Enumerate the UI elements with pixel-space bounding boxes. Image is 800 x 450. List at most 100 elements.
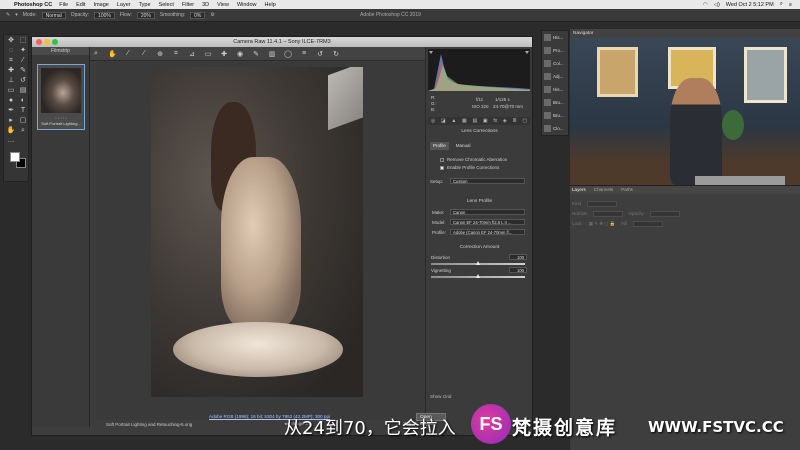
- mode-select[interactable]: Normal: [41, 11, 66, 19]
- profile-select[interactable]: Adobe (Canon EF 24-70mm f/...: [450, 229, 525, 235]
- menu-view[interactable]: View: [217, 2, 229, 8]
- menu-list-icon[interactable]: ≡: [789, 2, 792, 8]
- hand-tool-icon[interactable]: ✋: [6, 126, 16, 135]
- menu-image[interactable]: Image: [94, 2, 109, 8]
- rotate-left-icon[interactable]: ↺: [316, 50, 324, 58]
- brush-tool-icon[interactable]: ✎: [6, 12, 10, 18]
- wifi-icon[interactable]: ◠: [703, 2, 708, 8]
- brush-tool-icon-2[interactable]: ✎: [18, 66, 28, 75]
- zoom-tool-icon[interactable]: ⌕: [18, 126, 28, 135]
- remove-ca-box[interactable]: [440, 157, 444, 162]
- make-select[interactable]: Canon: [450, 209, 525, 215]
- tab-basic-icon[interactable]: ◎: [431, 118, 435, 124]
- dock-brush[interactable]: Bru...: [542, 96, 568, 109]
- tab-detail-icon[interactable]: ▲: [451, 118, 456, 124]
- shape-tool-icon[interactable]: ▢: [18, 116, 28, 125]
- menu-edit[interactable]: Edit: [76, 2, 85, 8]
- tab-paths[interactable]: Paths: [621, 186, 633, 194]
- blur-tool-icon[interactable]: ●: [6, 96, 16, 105]
- remove-ca-checkbox[interactable]: Remove Chromatic Aberration: [440, 157, 507, 162]
- rotate-right-icon[interactable]: ↻: [332, 50, 340, 58]
- crop-icon-craw[interactable]: ⌗: [172, 50, 180, 58]
- vignetting-slider[interactable]: Vignetting 100: [431, 267, 527, 280]
- move-tool-icon[interactable]: ✥: [6, 36, 16, 45]
- dock-history[interactable]: His...: [542, 31, 568, 44]
- filter-kind-select[interactable]: [587, 200, 618, 207]
- tab-split-toning-icon[interactable]: ▤: [472, 118, 477, 124]
- minimize-window-icon[interactable]: [44, 39, 50, 45]
- menu-filter[interactable]: Filter: [182, 2, 194, 8]
- dodge-tool-icon[interactable]: ◐: [18, 96, 28, 105]
- distortion-knob[interactable]: [476, 261, 480, 265]
- model-select[interactable]: Canon EF 24-70mm f/2.8 L II ...: [450, 219, 525, 225]
- filmstrip-thumbnail[interactable]: • • • • • Soft Portrait Lighting...: [37, 64, 85, 130]
- menu-help[interactable]: Help: [265, 2, 276, 8]
- hand-tool-icon-craw[interactable]: ✋: [108, 50, 117, 58]
- marquee-tool-icon[interactable]: ⬚: [18, 36, 28, 45]
- tab-profile[interactable]: Profile: [430, 142, 449, 150]
- tab-lens-corrections-icon[interactable]: ▣: [483, 118, 488, 124]
- layer-opacity-field[interactable]: [649, 210, 680, 217]
- dock-brush-settings[interactable]: Bru...: [542, 109, 568, 122]
- gradient-icon[interactable]: ▤: [18, 86, 28, 95]
- menu-file[interactable]: File: [59, 2, 68, 8]
- distortion-value[interactable]: 100: [509, 254, 527, 260]
- volume-icon[interactable]: ◁): [714, 2, 720, 8]
- crop-tool-icon[interactable]: ⌗: [6, 56, 16, 65]
- graduated-filter-icon[interactable]: ▥: [268, 50, 276, 58]
- image-preview[interactable]: [96, 62, 427, 420]
- spot-removal-icon[interactable]: ✚: [220, 50, 228, 58]
- dock-histogram[interactable]: His...: [542, 83, 568, 96]
- more-tools-icon[interactable]: …: [6, 136, 16, 145]
- distortion-slider[interactable]: Distortion 100: [431, 254, 527, 267]
- menu-type[interactable]: Type: [139, 2, 151, 8]
- vignetting-value[interactable]: 100: [509, 267, 527, 273]
- dock-clone-source[interactable]: Clo...: [542, 122, 568, 135]
- targeted-adjust-icon[interactable]: ⊕: [156, 50, 164, 58]
- vignetting-knob[interactable]: [476, 274, 480, 278]
- white-balance-icon[interactable]: ⁄: [124, 50, 132, 57]
- adjustment-brush-icon[interactable]: ✎: [252, 50, 260, 58]
- radial-filter-icon[interactable]: ◯: [284, 50, 292, 58]
- foreground-color-swatch[interactable]: [10, 152, 20, 162]
- flow-field[interactable]: 20%: [136, 11, 155, 19]
- path-select-icon[interactable]: ▸: [6, 116, 16, 125]
- transform-icon[interactable]: ▭: [204, 50, 212, 58]
- clock[interactable]: Wed Oct 2 5:12 PM: [726, 2, 774, 8]
- menu-window[interactable]: Window: [237, 2, 257, 8]
- setup-select[interactable]: Custom: [450, 178, 525, 184]
- tab-channels[interactable]: Channels: [594, 186, 613, 194]
- color-sampler-icon[interactable]: ⁄: [140, 50, 148, 57]
- tab-presets-icon[interactable]: ≣: [512, 118, 516, 124]
- dock-properties[interactable]: Pro...: [542, 44, 568, 57]
- enable-profile-checkbox[interactable]: Enable Profile Corrections: [440, 165, 499, 170]
- enable-profile-box[interactable]: [440, 165, 444, 170]
- lasso-tool-icon[interactable]: ◌: [6, 46, 16, 55]
- history-brush-icon[interactable]: ↺: [18, 76, 28, 85]
- tab-layers[interactable]: Layers: [572, 186, 586, 194]
- tab-effects-icon[interactable]: fx: [493, 118, 497, 124]
- opacity-field[interactable]: 100%: [94, 11, 115, 19]
- smoothing-field[interactable]: 0%: [190, 11, 206, 19]
- straighten-icon[interactable]: ⊿: [188, 50, 196, 58]
- menu-3d[interactable]: 3D: [202, 2, 209, 8]
- zoom-tool-icon-craw[interactable]: ⌕: [92, 50, 100, 58]
- tab-snapshots-icon[interactable]: ▢: [522, 118, 527, 124]
- healing-brush-icon[interactable]: ✚: [6, 66, 16, 75]
- lock-icons[interactable]: ▦ ✎ ✥ ▢ 🔒: [589, 221, 616, 227]
- menu-app-name[interactable]: Photoshop CC: [14, 2, 52, 8]
- pen-tool-icon[interactable]: ✒: [6, 106, 16, 115]
- dock-color[interactable]: Col...: [542, 57, 568, 70]
- fill-field[interactable]: [633, 220, 664, 227]
- zoom-window-icon[interactable]: [52, 39, 58, 45]
- tab-tone-curve-icon[interactable]: ◪: [441, 118, 446, 124]
- dock-adjustments[interactable]: Adj...: [542, 70, 568, 83]
- tab-hsl-icon[interactable]: ▦: [462, 118, 467, 124]
- tab-manual[interactable]: Manual: [453, 142, 474, 150]
- tab-calibration-icon[interactable]: ◈: [503, 118, 507, 124]
- red-eye-icon[interactable]: ◉: [236, 50, 244, 58]
- blend-mode-select[interactable]: [592, 210, 623, 217]
- navigator-tab[interactable]: Navigator: [570, 29, 800, 38]
- eraser-icon[interactable]: ▭: [6, 86, 16, 95]
- type-tool-icon[interactable]: T: [18, 106, 28, 115]
